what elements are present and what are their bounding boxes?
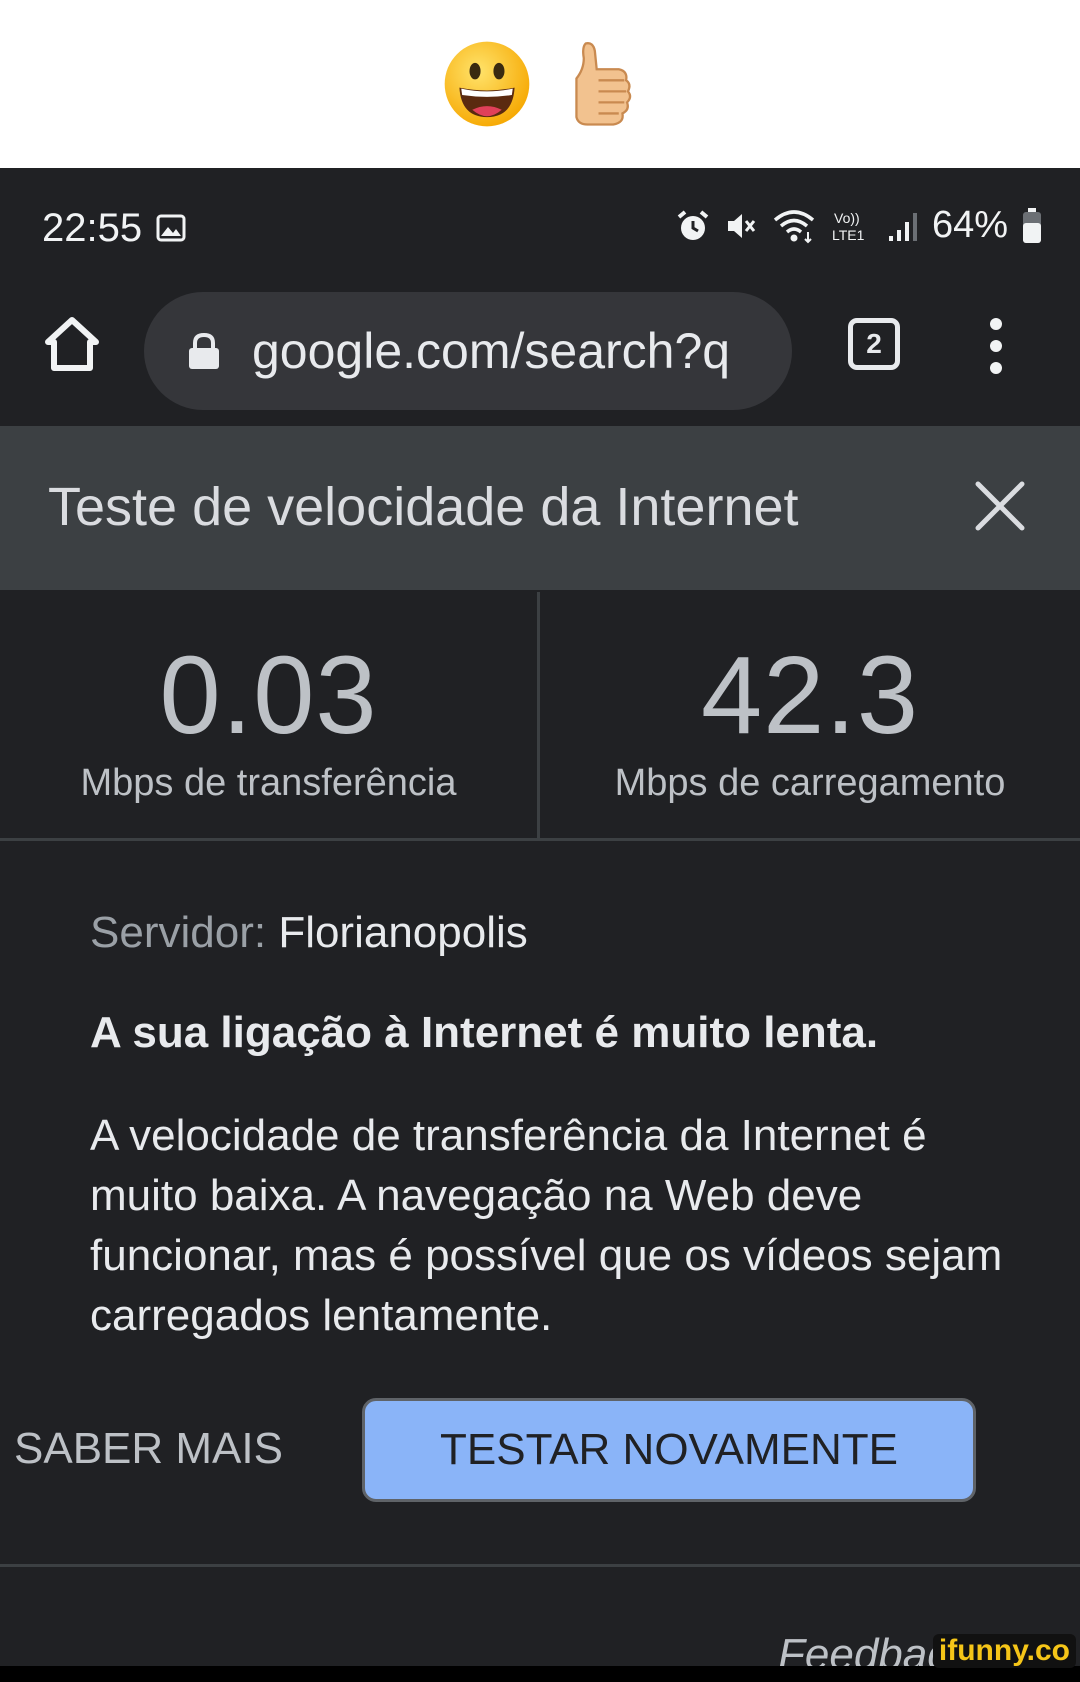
status-icons: Vo)) LTE1 64% bbox=[676, 204, 1042, 247]
grinning-face-icon bbox=[444, 41, 530, 127]
signal-icon bbox=[888, 212, 917, 241]
volte-lte-icon: Vo)) LTE1 bbox=[832, 210, 865, 243]
browser-toolbar: google.com/search?q 2 bbox=[0, 280, 1080, 418]
status-bar: 22:55 Vo)) LTE1 64% bbox=[0, 168, 1080, 288]
server-info: Servidor: Florianopolis bbox=[90, 908, 528, 958]
download-value: 0.03 bbox=[159, 634, 378, 757]
result-headline: A sua ligação à Internet é muito lenta. bbox=[90, 1008, 879, 1057]
server-label: Servidor: bbox=[90, 908, 267, 957]
tab-switcher-button[interactable]: 2 bbox=[848, 318, 900, 370]
download-label: Mbps de transferência bbox=[80, 762, 457, 804]
svg-text:LTE1: LTE1 bbox=[832, 227, 865, 243]
battery-icon bbox=[1023, 207, 1041, 243]
lock-icon bbox=[189, 332, 219, 369]
home-icon[interactable] bbox=[40, 312, 104, 376]
status-time: 22:55 bbox=[42, 206, 143, 250]
more-options-icon[interactable] bbox=[980, 316, 1012, 376]
server-name: Florianopolis bbox=[278, 908, 528, 957]
learn-more-button[interactable]: SABER MAIS bbox=[14, 1424, 283, 1474]
url-text[interactable]: google.com/search?q bbox=[252, 322, 772, 380]
upload-label: Mbps de carregamento bbox=[614, 762, 1006, 804]
battery-percent: 64% bbox=[931, 204, 1008, 246]
close-icon[interactable] bbox=[972, 478, 1028, 534]
address-bar[interactable]: google.com/search?q bbox=[144, 292, 792, 410]
meme-caption bbox=[0, 0, 1080, 168]
svg-text:Vo)): Vo)) bbox=[834, 210, 860, 226]
download-metric: 0.03 Mbps de transferência bbox=[0, 592, 540, 838]
speed-test-header: Teste de velocidade da Internet bbox=[0, 426, 1080, 590]
mute-icon bbox=[727, 213, 756, 238]
site-watermark: ifunny.co bbox=[932, 1634, 1076, 1668]
speed-test-title: Teste de velocidade da Internet bbox=[48, 477, 799, 537]
upload-metric: 42.3 Mbps de carregamento bbox=[540, 592, 1080, 838]
upload-value: 42.3 bbox=[700, 634, 920, 757]
retest-button[interactable]: TESTAR NOVAMENTE bbox=[362, 1398, 976, 1502]
image-notification-icon bbox=[156, 214, 186, 242]
divider bbox=[0, 1564, 1080, 1567]
thumbs-up-icon bbox=[575, 42, 632, 126]
result-description: A velocidade de transferência da Interne… bbox=[90, 1111, 1003, 1340]
phone-screen: 22:55 Vo)) LTE1 64% google.com/search?q … bbox=[0, 168, 1080, 1682]
bottom-strip bbox=[0, 1666, 1080, 1682]
alarm-icon bbox=[677, 209, 709, 240]
speed-results: 0.03 Mbps de transferência 42.3 Mbps de … bbox=[0, 592, 1080, 841]
wifi-icon bbox=[773, 209, 815, 243]
